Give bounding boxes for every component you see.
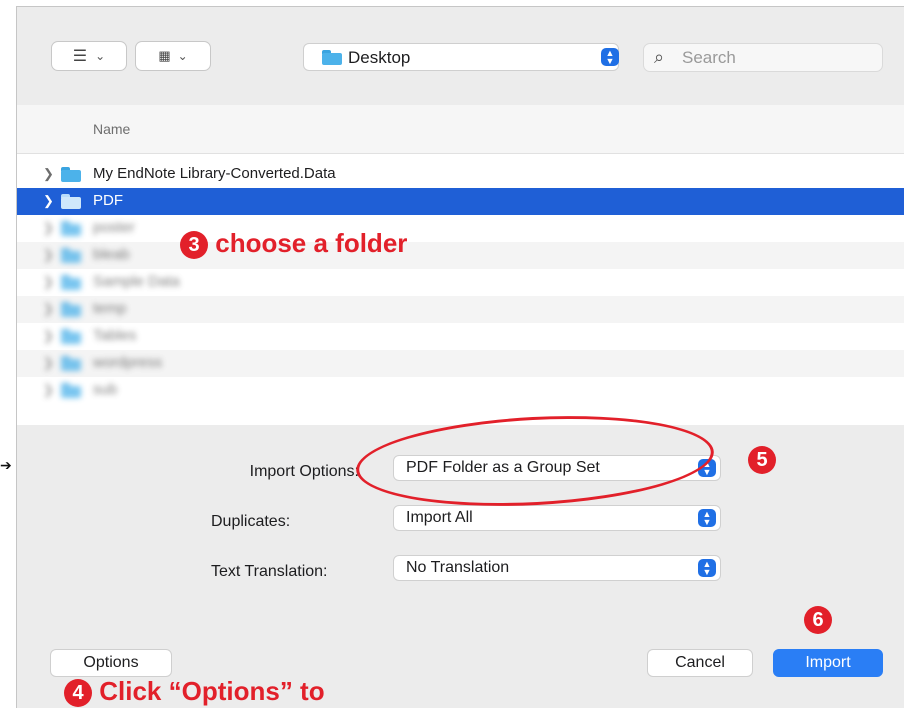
folder-icon (61, 248, 81, 263)
group-view-button[interactable]: ▦ ⌄ (135, 41, 211, 71)
list-item[interactable]: ❯ Tables (17, 323, 904, 350)
step6-number: 6 (804, 606, 832, 634)
step4-annotation: 4 Click “Options” to (64, 676, 325, 708)
disclosure-arrow-icon[interactable]: ❯ (43, 274, 54, 290)
text-translation-value: No Translation (406, 559, 510, 576)
updown-chevron-icon: ▲ ▼ (601, 48, 619, 66)
left-edge-arrow: ➔ (0, 457, 12, 473)
folder-icon (61, 329, 81, 344)
step6-annotation: 6 (804, 606, 832, 634)
toolbar: ☰ ⌄ ▦ ⌄ Desktop ▲ ▼ ⌕ (17, 7, 904, 105)
location-popup[interactable]: Desktop ▲ ▼ (303, 43, 619, 71)
disclosure-arrow-icon[interactable]: ❯ (43, 166, 54, 182)
step4-text: Click “Options” to (99, 676, 325, 706)
list-item-name: bleab (93, 246, 130, 263)
cancel-button[interactable]: Cancel (647, 649, 753, 677)
list-item-name: PDF (93, 192, 123, 209)
list-item-name: poster (93, 219, 135, 236)
options-button[interactable]: Options (50, 649, 172, 677)
folder-icon (61, 221, 81, 236)
step4-number: 4 (64, 679, 92, 708)
disclosure-arrow-icon[interactable]: ❯ (43, 328, 54, 344)
list-item-name: temp (93, 300, 127, 317)
search-icon: ⌕ (654, 47, 665, 67)
folder-icon (322, 50, 342, 65)
list-item[interactable]: ❯ wordpress (17, 350, 904, 377)
list-item[interactable]: ❯ bleab (17, 242, 904, 269)
file-list: Name ❯ My EndNote Library-Converted.Data… (17, 105, 904, 425)
list-item[interactable]: ❯ temp (17, 296, 904, 323)
list-item-name: sub (93, 381, 118, 398)
search-field[interactable]: ⌕ (643, 43, 883, 72)
list-item-name: wordpress (93, 354, 163, 371)
folder-icon (61, 356, 81, 371)
list-item[interactable]: ❯ My EndNote Library-Converted.Data (17, 161, 904, 188)
list-view-button[interactable]: ☰ ⌄ (51, 41, 127, 71)
folder-icon (61, 167, 81, 182)
folder-icon (61, 383, 81, 398)
column-header-label: Name (93, 121, 131, 137)
disclosure-arrow-icon[interactable]: ❯ (43, 247, 54, 263)
text-translation-popup[interactable]: No Translation ▲ ▼ (393, 555, 721, 581)
list-item[interactable]: ❯ poster (17, 215, 904, 242)
duplicates-label: Duplicates: (211, 513, 291, 530)
step3-number: 3 (180, 231, 208, 260)
grid-icon: ▦ (158, 48, 170, 63)
duplicates-value: Import All (406, 509, 473, 526)
chevron-down-icon: ⌄ (177, 49, 188, 63)
disclosure-arrow-icon[interactable]: ❯ (43, 355, 54, 371)
disclosure-arrow-icon[interactable]: ❯ (43, 382, 54, 398)
disclosure-arrow-icon[interactable]: ❯ (43, 193, 54, 209)
list-icon: ☰ (72, 48, 88, 65)
step3-text: choose a folder (215, 228, 408, 258)
chevron-down-icon: ⌄ (95, 49, 106, 63)
list-item-selected[interactable]: ❯ PDF (17, 188, 904, 215)
import-button[interactable]: Import (773, 649, 883, 677)
location-label: Desktop (348, 48, 411, 67)
step3-annotation: 3 choose a folder (180, 228, 408, 260)
updown-chevron-icon: ▲ ▼ (698, 559, 716, 577)
column-header-name[interactable]: Name (17, 105, 904, 154)
list-item-name: My EndNote Library-Converted.Data (93, 165, 336, 182)
import-options-label: Import Options: (249, 463, 359, 480)
search-input[interactable] (680, 47, 874, 69)
step5-annotation: 5 (748, 446, 776, 474)
text-translation-label: Text Translation: (211, 563, 328, 580)
disclosure-arrow-icon[interactable]: ❯ (43, 220, 54, 236)
folder-icon (61, 275, 81, 290)
disclosure-arrow-icon[interactable]: ❯ (43, 301, 54, 317)
updown-chevron-icon: ▲ ▼ (698, 509, 716, 527)
list-item[interactable]: ❯ Sample Data (17, 269, 904, 296)
folder-icon (61, 194, 81, 209)
folder-icon (61, 302, 81, 317)
duplicates-popup[interactable]: Import All ▲ ▼ (393, 505, 721, 531)
import-dialog: ☰ ⌄ ▦ ⌄ Desktop ▲▼ ⌕ Name ❯ My EndNote L… (16, 6, 904, 708)
step5-number: 5 (748, 446, 776, 474)
list-item-name: Sample Data (93, 273, 180, 290)
list-item[interactable]: ❯ sub (17, 377, 904, 404)
list-item-name: Tables (93, 327, 137, 344)
